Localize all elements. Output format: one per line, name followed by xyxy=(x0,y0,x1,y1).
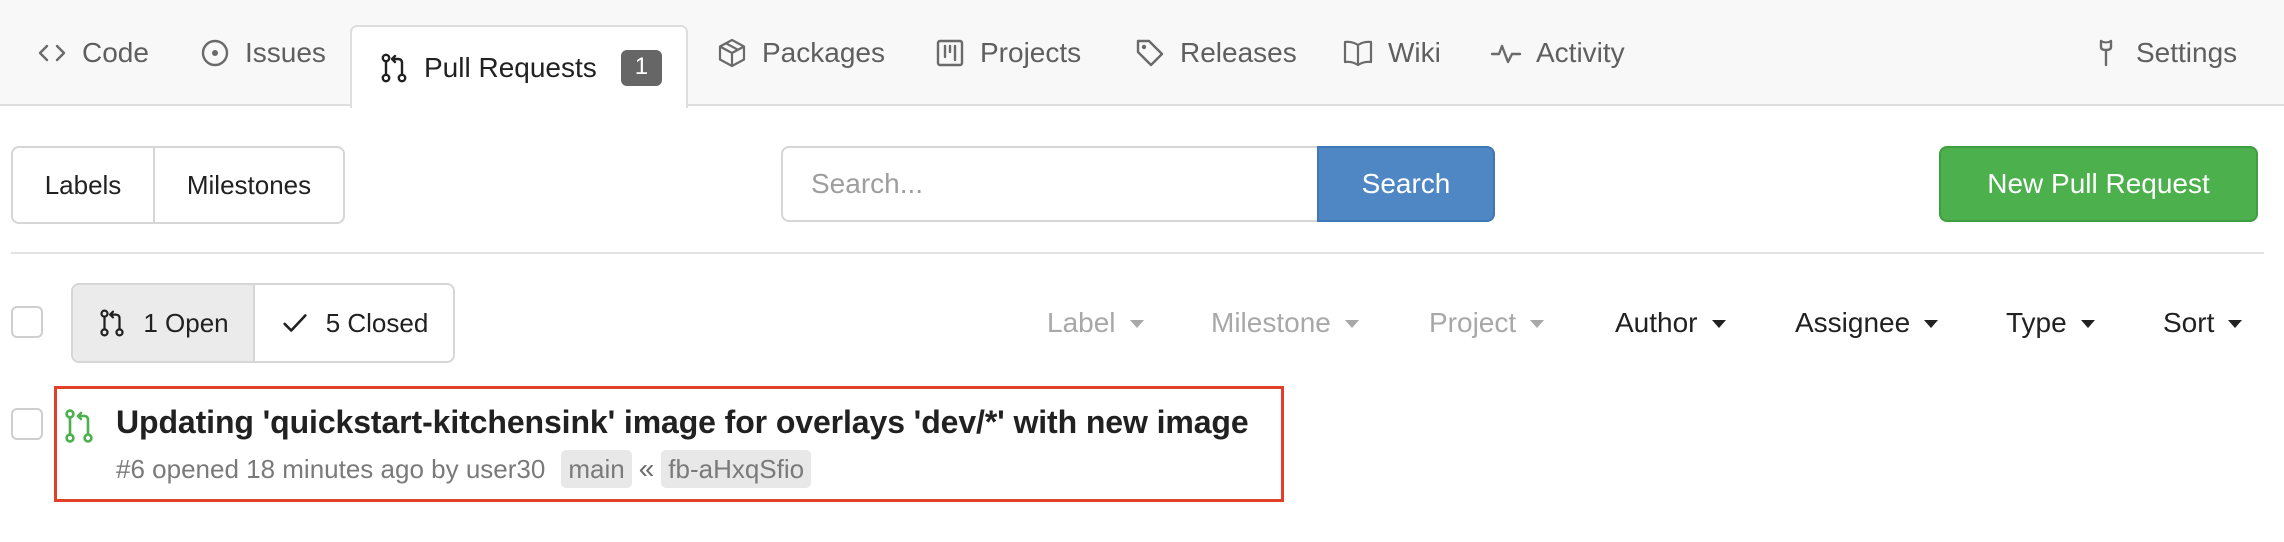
open-filter-button[interactable]: 1 Open xyxy=(73,285,253,361)
tool-icon xyxy=(2099,39,2113,67)
state-filter-group: 1 Open 5 Closed xyxy=(71,283,455,363)
pull-request-icon xyxy=(381,53,407,82)
tab-label: Pull Requests xyxy=(424,51,597,83)
repo-tab-bar: Code Issues Pull Requests 1 Packages Pro… xyxy=(0,0,2284,108)
tab-label: Issues xyxy=(245,37,326,68)
assignee-filter-dropdown[interactable]: Assignee xyxy=(1795,302,1939,344)
dropdown-label: Project xyxy=(1429,307,1517,338)
tab-releases[interactable]: Releases xyxy=(1134,0,1297,106)
closed-filter-button[interactable]: 5 Closed xyxy=(253,285,453,361)
tab-label: Wiki xyxy=(1388,37,1441,68)
head-branch-label[interactable]: fb-aHxqSfio xyxy=(661,450,812,488)
caret-down-icon xyxy=(1711,320,1726,328)
tab-code[interactable]: Code xyxy=(36,0,149,106)
caret-down-icon xyxy=(1129,320,1144,328)
issue-icon xyxy=(201,39,229,67)
pull-request-checkbox[interactable] xyxy=(11,408,43,440)
code-icon xyxy=(38,44,66,62)
caret-down-icon xyxy=(1924,320,1939,328)
search-button[interactable]: Search xyxy=(1317,146,1495,222)
tab-pull-requests[interactable]: Pull Requests 1 xyxy=(350,25,689,108)
tab-label: Activity xyxy=(1536,37,1625,68)
caret-down-icon xyxy=(1344,320,1359,328)
base-branch-label[interactable]: main xyxy=(561,450,632,488)
book-icon xyxy=(1343,40,1373,67)
dropdown-label: Assignee xyxy=(1795,307,1911,338)
open-pull-request-icon xyxy=(65,409,93,443)
tab-projects[interactable]: Projects xyxy=(934,0,1081,106)
check-icon xyxy=(283,314,307,332)
dropdown-label: Sort xyxy=(2163,307,2215,338)
milestones-button[interactable]: Milestones xyxy=(153,148,343,222)
tab-label: Packages xyxy=(762,37,885,68)
merge-direction-arrow: « xyxy=(638,453,655,484)
project-filter-dropdown[interactable]: Project xyxy=(1429,302,1545,344)
pulse-icon xyxy=(1490,44,1522,64)
caret-down-icon xyxy=(2080,320,2095,328)
open-filter-label: 1 Open xyxy=(143,307,229,338)
pull-request-opened-info: #6 opened 18 minutes ago by user30 xyxy=(116,453,546,484)
tab-label: Code xyxy=(82,37,149,68)
dropdown-label: Type xyxy=(2006,307,2067,338)
package-icon xyxy=(718,38,746,68)
tab-issues[interactable]: Issues xyxy=(199,0,326,106)
type-filter-dropdown[interactable]: Type xyxy=(2006,302,2095,344)
label-filter-dropdown[interactable]: Label xyxy=(1047,302,1144,344)
dropdown-label: Milestone xyxy=(1211,307,1331,338)
caret-down-icon xyxy=(1530,320,1545,328)
closed-filter-label: 5 Closed xyxy=(325,307,429,338)
project-icon xyxy=(936,39,964,67)
pull-request-meta: #6 opened 18 minutes ago by user30 main … xyxy=(116,449,812,489)
new-pull-request-button[interactable]: New Pull Request xyxy=(1939,146,2258,222)
pull-request-count-badge: 1 xyxy=(620,49,663,86)
select-all-checkbox[interactable] xyxy=(11,306,43,338)
milestone-filter-dropdown[interactable]: Milestone xyxy=(1211,302,1359,344)
sort-dropdown[interactable]: Sort xyxy=(2163,302,2243,344)
divider xyxy=(11,252,2264,254)
labels-milestones-group: Labels Milestones xyxy=(11,146,345,224)
caret-down-icon xyxy=(2228,320,2243,328)
tab-activity[interactable]: Activity xyxy=(1490,0,1625,106)
labels-button[interactable]: Labels xyxy=(13,148,153,222)
author-filter-dropdown[interactable]: Author xyxy=(1615,302,1726,344)
tab-wiki[interactable]: Wiki xyxy=(1342,0,1441,106)
dropdown-label: Label xyxy=(1047,307,1116,338)
tag-icon xyxy=(1136,39,1164,67)
dropdown-label: Author xyxy=(1615,307,1698,338)
pull-request-title-link[interactable]: Updating 'quickstart-kitchensink' image … xyxy=(116,404,1249,441)
tab-label: Projects xyxy=(980,37,1082,68)
tab-label: Releases xyxy=(1180,37,1297,68)
tab-settings[interactable]: Settings xyxy=(2090,0,2237,106)
tab-label: Settings xyxy=(2136,37,2238,68)
tab-packages[interactable]: Packages xyxy=(716,0,885,106)
pull-request-icon xyxy=(100,309,124,337)
search-input[interactable] xyxy=(781,146,1318,222)
